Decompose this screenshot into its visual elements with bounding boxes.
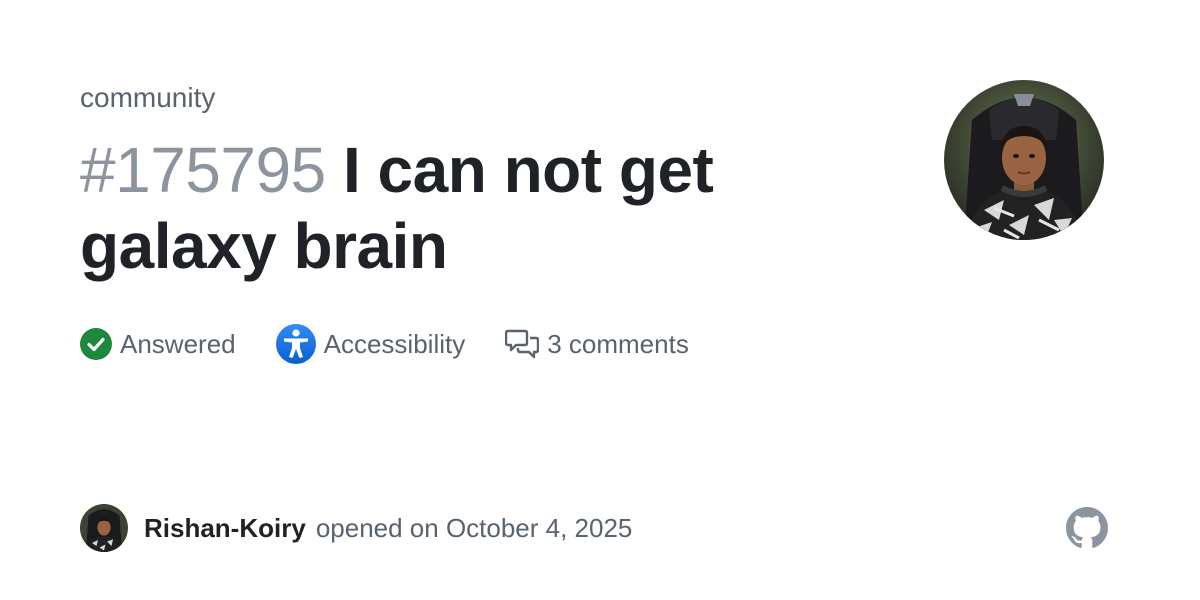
- github-mark-icon[interactable]: [1066, 507, 1108, 549]
- discussion-footer: Rishan-Koiry opened on October 4, 2025: [80, 504, 632, 552]
- social-preview-card: community #175795 I can not get galaxy b…: [0, 0, 1200, 600]
- opened-date: opened on October 4, 2025: [315, 512, 633, 543]
- discussion-title[interactable]: #175795 I can not get galaxy brain: [80, 132, 840, 284]
- comments-count[interactable]: 3 comments: [505, 329, 689, 360]
- category-accessibility[interactable]: Accessibility: [275, 324, 466, 364]
- status-answered[interactable]: Answered: [80, 328, 236, 360]
- repo-name[interactable]: community: [80, 80, 215, 116]
- author-avatar-large[interactable]: [944, 80, 1104, 240]
- discussion-number: #175795: [80, 134, 326, 206]
- avatar-photo-small: [80, 504, 128, 552]
- check-circle-icon: [80, 328, 112, 360]
- comments-label: 3 comments: [547, 328, 689, 359]
- status-label: Answered: [120, 328, 236, 359]
- category-label: Accessibility: [323, 328, 466, 359]
- comment-discussion-icon: [505, 329, 540, 359]
- discussion-meta: Answered Accessibility 3 comments: [80, 324, 729, 364]
- author-avatar-small[interactable]: [80, 504, 128, 552]
- author-name[interactable]: Rishan-Koiry: [144, 513, 306, 544]
- avatar-photo: [944, 80, 1104, 240]
- accessibility-icon: [275, 324, 316, 364]
